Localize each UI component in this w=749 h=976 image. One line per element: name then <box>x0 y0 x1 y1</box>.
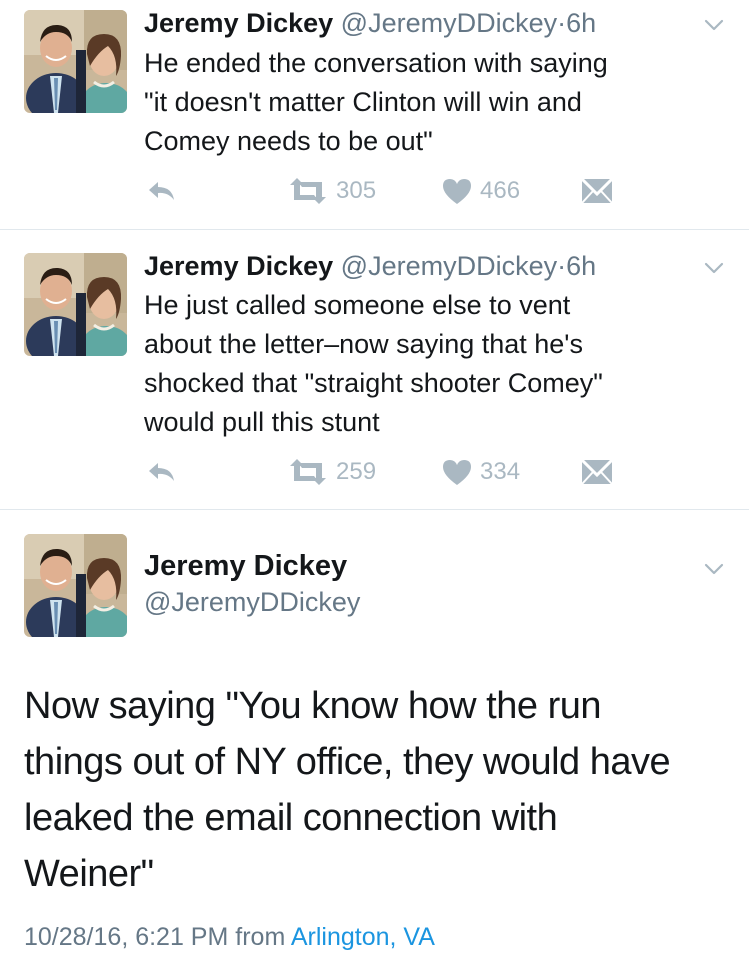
tweet-text-line: He just called someone else to vent <box>144 290 571 320</box>
tweet-text-line: things out of NY office, they would have <box>24 741 671 783</box>
retweet-count: 259 <box>336 458 377 485</box>
retweet-button[interactable]: 259 <box>288 455 376 489</box>
tweet-text-line: Now saying "You know how the run <box>24 685 602 727</box>
tweet-text-line: would pull this stunt <box>144 407 380 437</box>
retweet-icon <box>288 459 328 485</box>
action-bar: 259 334 <box>144 455 624 489</box>
like-count: 334 <box>480 458 521 485</box>
tweet-text-line: He ended the conversation with saying <box>144 48 608 78</box>
reply-button[interactable] <box>146 174 176 208</box>
like-count: 466 <box>480 177 521 204</box>
tweet-header: Jeremy Dickey @JeremyDDickey·6h <box>144 249 596 283</box>
author-handle[interactable]: @JeremyDDickey <box>144 585 360 619</box>
retweet-icon <box>288 178 328 204</box>
author-name[interactable]: Jeremy Dickey <box>144 548 347 584</box>
tweet-text: He ended the conversation with saying "i… <box>144 44 724 161</box>
timestamp[interactable]: 6h <box>566 8 596 38</box>
tweet-text-line: about the letter–now saying that he's <box>144 329 583 359</box>
chevron-down-icon[interactable] <box>703 14 725 36</box>
direct-message-button[interactable] <box>581 455 613 489</box>
divider <box>0 229 749 230</box>
heart-icon <box>442 459 472 485</box>
location-link[interactable]: Arlington, VA <box>291 923 435 951</box>
separator-dot: · <box>557 8 567 38</box>
tweet-meta: 10/28/16, 6:21 PM from Arlington, VA <box>24 920 435 954</box>
timestamp[interactable]: 6h <box>566 251 596 281</box>
avatar[interactable] <box>24 10 127 113</box>
like-button[interactable]: 466 <box>442 174 520 208</box>
chevron-down-icon[interactable] <box>703 558 725 580</box>
tweet-text: He just called someone else to vent abou… <box>144 286 724 442</box>
divider <box>0 509 749 510</box>
reply-button[interactable] <box>146 455 176 489</box>
tweet-text-line: shocked that "straight shooter Comey" <box>144 368 603 398</box>
avatar[interactable] <box>24 253 127 356</box>
author-handle[interactable]: @JeremyDDickey <box>341 8 557 38</box>
author-name[interactable]: Jeremy Dickey <box>144 8 333 38</box>
direct-message-button[interactable] <box>581 174 613 208</box>
separator-dot: · <box>557 251 567 281</box>
author-name[interactable]: Jeremy Dickey <box>144 251 333 281</box>
action-bar: 305 466 <box>144 174 624 208</box>
tweet-text-line: Weiner" <box>24 853 154 895</box>
retweet-count: 305 <box>336 177 377 204</box>
message-icon <box>581 177 613 205</box>
reply-icon <box>146 460 176 484</box>
like-button[interactable]: 334 <box>442 455 520 489</box>
timestamp: 10/28/16, 6:21 PM <box>24 923 229 951</box>
chevron-down-icon[interactable] <box>703 257 725 279</box>
heart-icon <box>442 178 472 204</box>
tweet-text-line: "it doesn't matter Clinton will win and <box>144 87 582 117</box>
retweet-button[interactable]: 305 <box>288 174 376 208</box>
tweet-text-line: leaked the email connection with <box>24 797 558 839</box>
tweet-header: Jeremy Dickey @JeremyDDickey·6h <box>144 6 596 40</box>
from-label: from <box>235 923 286 951</box>
tweet-text-line: Comey needs to be out" <box>144 126 433 156</box>
tweet-text: Now saying "You know how the run things … <box>24 678 734 902</box>
reply-icon <box>146 179 176 203</box>
message-icon <box>581 458 613 486</box>
author-handle[interactable]: @JeremyDDickey <box>341 251 557 281</box>
avatar[interactable] <box>24 534 127 637</box>
